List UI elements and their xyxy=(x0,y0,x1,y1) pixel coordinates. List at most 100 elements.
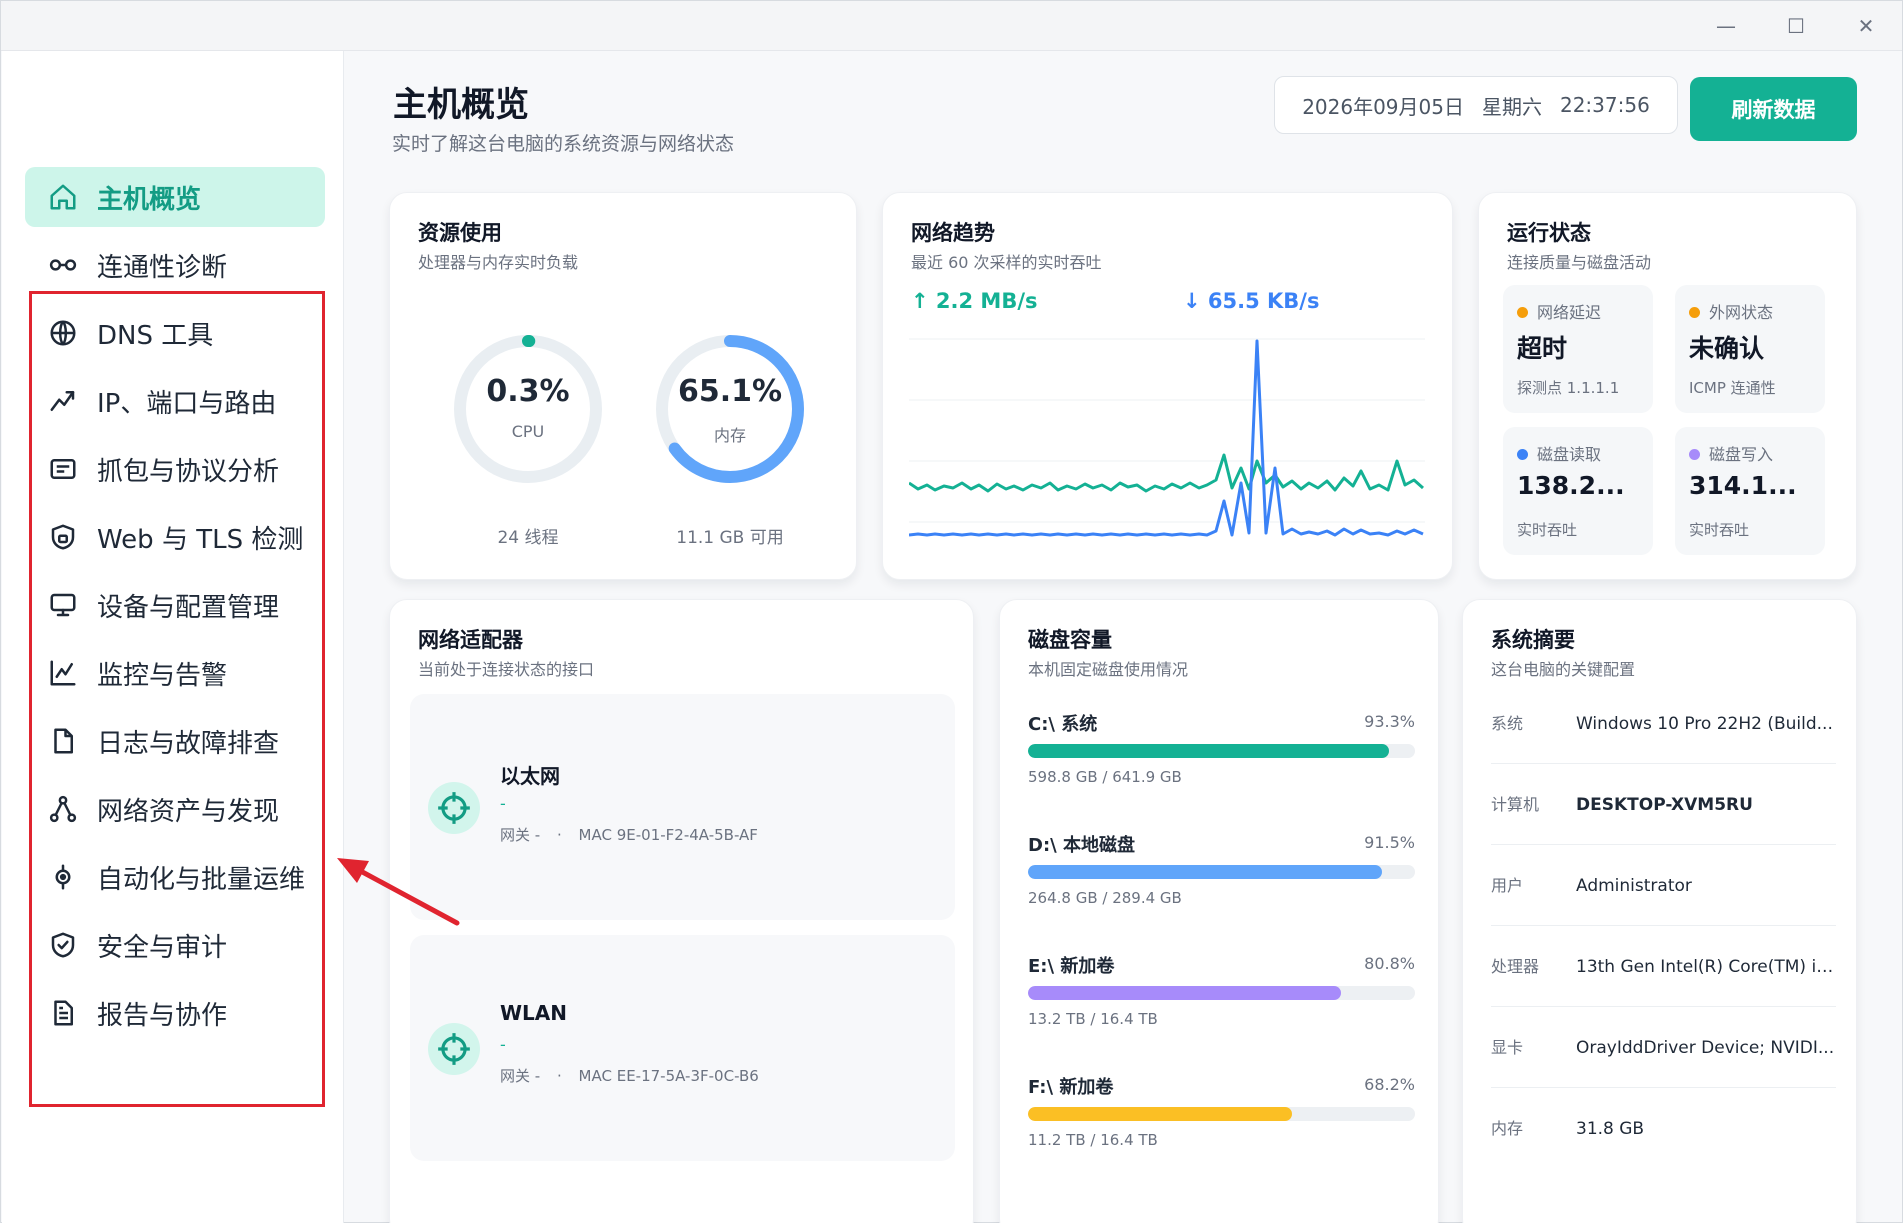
title-bar: — ☐ ✕ xyxy=(1,1,1902,51)
tile-label: 磁盘读取 xyxy=(1537,445,1602,464)
main-content: 主机概览 实时了解这台电脑的系统资源与网络状态 2026年09月05日 星期六 … xyxy=(345,51,1903,1223)
summary-value: OrayIddDriver Device; NVIDI... xyxy=(1576,1038,1835,1058)
file-icon xyxy=(43,726,83,756)
card-title: 磁盘容量 xyxy=(1028,628,1112,652)
network-adapters-card: 网络适配器 当前处于连接状态的接口 以太网 - 网关 - · MAC 9E-01… xyxy=(389,599,974,1223)
summary-row-gpu: 显卡 OrayIddDriver Device; NVIDI... xyxy=(1491,1008,1836,1088)
close-icon: ✕ xyxy=(1857,14,1875,38)
sidebar-item-label: 报告与协作 xyxy=(97,1000,228,1031)
memory-label: 内存 xyxy=(713,426,746,445)
memory-value: 65.1% xyxy=(677,374,783,409)
chart-line-icon xyxy=(43,658,83,688)
adapter-status: - xyxy=(500,1035,506,1054)
download-series-line xyxy=(909,339,1424,537)
sidebar-item-packet-analysis[interactable]: 抓包与协议分析 xyxy=(25,439,325,499)
sidebar-item-connectivity[interactable]: 连通性诊断 xyxy=(25,235,325,295)
sidebar-item-label: 连通性诊断 xyxy=(97,252,228,283)
disk-name: C:\ 系统 xyxy=(1028,714,1098,735)
tile-value: 未确认 xyxy=(1689,334,1765,363)
memory-available: 11.1 GB 可用 xyxy=(676,528,784,548)
disk-usage-bar xyxy=(1028,744,1415,758)
sidebar-item-automation[interactable]: 自动化与批量运维 xyxy=(25,847,325,907)
card-title: 网络适配器 xyxy=(418,628,523,652)
automation-icon xyxy=(43,862,83,892)
sidebar-item-monitoring[interactable]: 监控与告警 xyxy=(25,643,325,703)
sidebar-item-ip-port-route[interactable]: IP、端口与路由 xyxy=(25,371,325,431)
sidebar-item-label: 网络资产与发现 xyxy=(97,796,280,827)
card-subtitle: 本机固定磁盘使用情况 xyxy=(1028,660,1189,679)
disk-usage-bar xyxy=(1028,1107,1415,1121)
tile-footnote: 实时吞吐 xyxy=(1517,521,1578,539)
tile-label: 网络延迟 xyxy=(1537,303,1602,322)
sidebar-item-host-overview[interactable]: 主机概览 xyxy=(25,167,325,227)
disk-usage-text: 11.2 TB / 16.4 TB xyxy=(1028,1131,1158,1149)
disk-item-e: E:\ 新加卷 80.8% 13.2 TB / 16.4 TB xyxy=(1028,952,1415,1042)
adapter-item[interactable]: 以太网 - 网关 - · MAC 9E-01-F2-4A-5B-AF xyxy=(410,694,955,920)
tile-label: 磁盘写入 xyxy=(1709,445,1774,464)
disk-capacity-card: 磁盘容量 本机固定磁盘使用情况 C:\ 系统 93.3% 598.8 GB / … xyxy=(999,599,1439,1223)
adapter-mac: MAC 9E-01-F2-4A-5B-AF xyxy=(578,826,758,844)
sidebar-item-dns[interactable]: DNS 工具 xyxy=(25,303,325,363)
summary-value: Administrator xyxy=(1576,876,1692,896)
download-rate: ↓ 65.5 KB/s xyxy=(1183,289,1320,313)
summary-row-computer: 计算机 DESKTOP-XVM5RU xyxy=(1491,765,1836,845)
sidebar-item-asset-discovery[interactable]: 网络资产与发现 xyxy=(25,779,325,839)
disk-usage-text: 598.8 GB / 641.9 GB xyxy=(1028,768,1182,786)
maximize-icon: ☐ xyxy=(1787,14,1805,38)
crosshair-icon xyxy=(428,782,480,834)
adapter-mac: MAC EE-17-5A-3F-0C-B6 xyxy=(578,1067,759,1085)
summary-key: 显卡 xyxy=(1491,1038,1524,1057)
app-window: — ☐ ✕ 主机概览 连通性诊断 DNS 工具 IP、端口与路由 抓包与协议分析… xyxy=(0,0,1903,1223)
disk-usage-text: 264.8 GB / 289.4 GB xyxy=(1028,889,1182,907)
sidebar-item-label: Web 与 TLS 检测 xyxy=(97,524,304,555)
link-icon xyxy=(43,250,83,280)
card-title: 网络趋势 xyxy=(911,221,995,245)
cpu-label: CPU xyxy=(511,422,545,441)
refresh-data-button[interactable]: 刷新数据 xyxy=(1690,77,1857,141)
sidebar-item-security-audit[interactable]: 安全与审计 xyxy=(25,915,325,975)
tile-value: 314.1... xyxy=(1689,471,1797,500)
globe-icon xyxy=(43,318,83,348)
minimize-button[interactable]: — xyxy=(1706,9,1746,43)
tile-label: 外网状态 xyxy=(1709,303,1774,322)
sidebar-item-label: 安全与审计 xyxy=(97,932,228,963)
adapter-item[interactable]: WLAN - 网关 - · MAC EE-17-5A-3F-0C-B6 xyxy=(410,935,955,1161)
sidebar: 主机概览 连通性诊断 DNS 工具 IP、端口与路由 抓包与协议分析 Web 与… xyxy=(2,51,344,1223)
weekday-text: 星期六 xyxy=(1481,94,1542,119)
status-dot xyxy=(1517,449,1528,460)
sidebar-item-label: 主机概览 xyxy=(97,184,202,215)
maximize-button[interactable]: ☐ xyxy=(1776,9,1816,43)
tile-footnote: 实时吞吐 xyxy=(1689,521,1750,539)
sidebar-item-logs[interactable]: 日志与故障排查 xyxy=(25,711,325,771)
summary-key: 处理器 xyxy=(1491,957,1540,976)
summary-key: 系统 xyxy=(1491,714,1524,733)
shield-lock-icon xyxy=(43,522,83,552)
minimize-icon: — xyxy=(1716,14,1736,38)
upload-rate: ↑ 2.2 MB/s xyxy=(911,289,1038,313)
packet-icon xyxy=(43,454,83,484)
card-title: 运行状态 xyxy=(1507,221,1591,245)
tile-value: 138.2... xyxy=(1517,471,1625,500)
summary-value: Windows 10 Pro 22H2 (Build... xyxy=(1576,714,1833,734)
disk-name: D:\ 本地磁盘 xyxy=(1028,835,1135,856)
adapter-detail: 网关 - · MAC 9E-01-F2-4A-5B-AF xyxy=(500,826,758,844)
route-icon xyxy=(43,386,83,416)
sidebar-item-reports[interactable]: 报告与协作 xyxy=(25,983,325,1043)
sidebar-item-web-tls[interactable]: Web 与 TLS 检测 xyxy=(25,507,325,567)
sidebar-item-device-config[interactable]: 设备与配置管理 xyxy=(25,575,325,635)
card-title: 资源使用 xyxy=(418,221,502,245)
disk-percent: 93.3% xyxy=(1364,712,1415,731)
crosshair-icon xyxy=(428,1023,480,1075)
sidebar-item-label: DNS 工具 xyxy=(97,320,214,351)
disk-usage-fill xyxy=(1028,1107,1292,1121)
disk-percent: 91.5% xyxy=(1364,833,1415,852)
adapter-gateway: 网关 - xyxy=(500,826,541,844)
disk-usage-fill xyxy=(1028,986,1341,1000)
internet-status-tile: 外网状态 未确认 ICMP 连通性 xyxy=(1675,285,1825,413)
summary-value: DESKTOP-XVM5RU xyxy=(1576,795,1753,815)
close-button[interactable]: ✕ xyxy=(1846,9,1886,43)
disk-usage-fill xyxy=(1028,744,1390,758)
tile-footnote: 探测点 1.1.1.1 xyxy=(1517,379,1620,397)
summary-value: 31.8 GB xyxy=(1576,1119,1645,1139)
summary-key: 用户 xyxy=(1491,876,1524,895)
